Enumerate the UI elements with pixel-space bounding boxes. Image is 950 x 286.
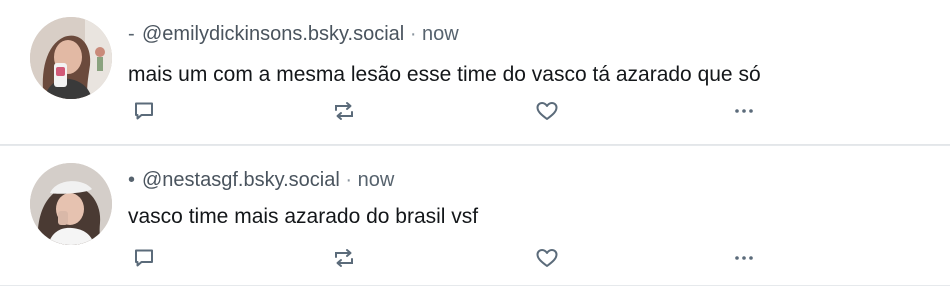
post-feed: - @emilydickinsons.bsky.social · now mais… (0, 0, 950, 286)
repost-icon (335, 102, 353, 120)
author-handle[interactable]: @emilydickinsons.bsky.social (142, 23, 404, 45)
reply-button[interactable] (128, 96, 160, 126)
marker: - (128, 23, 135, 45)
post-item[interactable]: • @nestasgf.bsky.social · now vasco time … (0, 145, 950, 286)
post-actions (128, 96, 768, 126)
avatar-photo-icon (30, 17, 112, 99)
more-options-button[interactable] (728, 96, 760, 126)
avatar[interactable] (30, 17, 112, 99)
post-text: mais um com a mesma lesão esse time do v… (128, 63, 761, 86)
repost-button[interactable] (328, 243, 360, 273)
timestamp[interactable]: now (358, 169, 395, 191)
post-actions (128, 243, 768, 273)
heart-icon (536, 102, 558, 120)
separator: · (345, 169, 353, 191)
post-meta: - @emilydickinsons.bsky.social · now (128, 23, 459, 46)
separator: · (409, 23, 417, 45)
like-button[interactable] (531, 96, 563, 126)
avatar[interactable] (30, 163, 112, 245)
repost-button[interactable] (328, 96, 360, 126)
author-handle[interactable]: @nestasgf.bsky.social (142, 169, 340, 191)
more-icon (735, 109, 753, 113)
marker: • (128, 169, 136, 191)
avatar-photo-icon (30, 163, 112, 245)
repost-icon (335, 249, 353, 267)
timestamp[interactable]: now (422, 23, 459, 45)
heart-icon (536, 249, 558, 267)
reply-icon (135, 102, 153, 120)
post-item[interactable]: - @emilydickinsons.bsky.social · now mais… (0, 0, 950, 145)
reply-icon (135, 249, 153, 267)
post-text: vasco time mais azarado do brasil vsf (128, 205, 479, 228)
post-meta: • @nestasgf.bsky.social · now (128, 169, 394, 192)
more-icon (735, 256, 753, 260)
more-options-button[interactable] (728, 243, 760, 273)
like-button[interactable] (531, 243, 563, 273)
reply-button[interactable] (128, 243, 160, 273)
